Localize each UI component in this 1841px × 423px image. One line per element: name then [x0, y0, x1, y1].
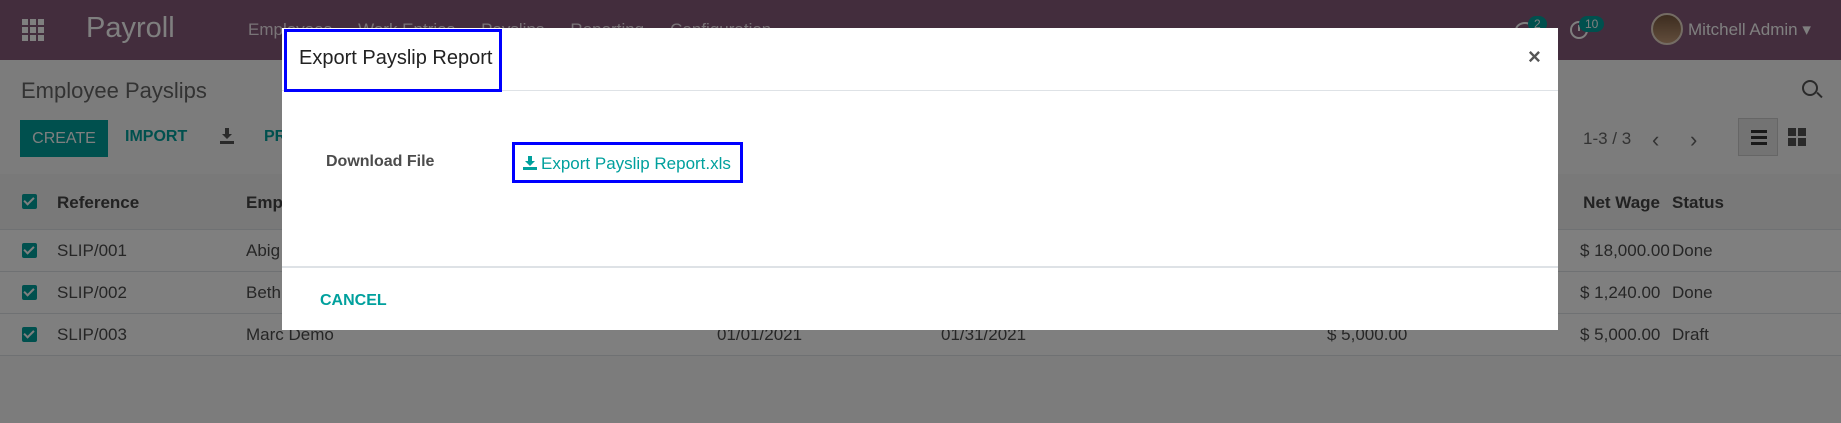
export-dialog: Export Payslip Report × Download File Ex… [282, 28, 1558, 330]
dialog-body: Download File Export Payslip Report.xls [282, 92, 1558, 268]
download-file-name: Export Payslip Report.xls [541, 154, 731, 173]
download-file-label: Download File [326, 153, 435, 170]
download-file-link[interactable]: Export Payslip Report.xls [512, 142, 743, 183]
cancel-button[interactable]: CANCEL [320, 292, 387, 310]
dialog-footer: CANCEL [282, 268, 1558, 330]
dialog-title: Export Payslip Report [284, 29, 502, 92]
download-icon [523, 156, 537, 170]
dialog-header: Export Payslip Report × [282, 28, 1558, 92]
close-icon[interactable]: × [1528, 44, 1541, 70]
